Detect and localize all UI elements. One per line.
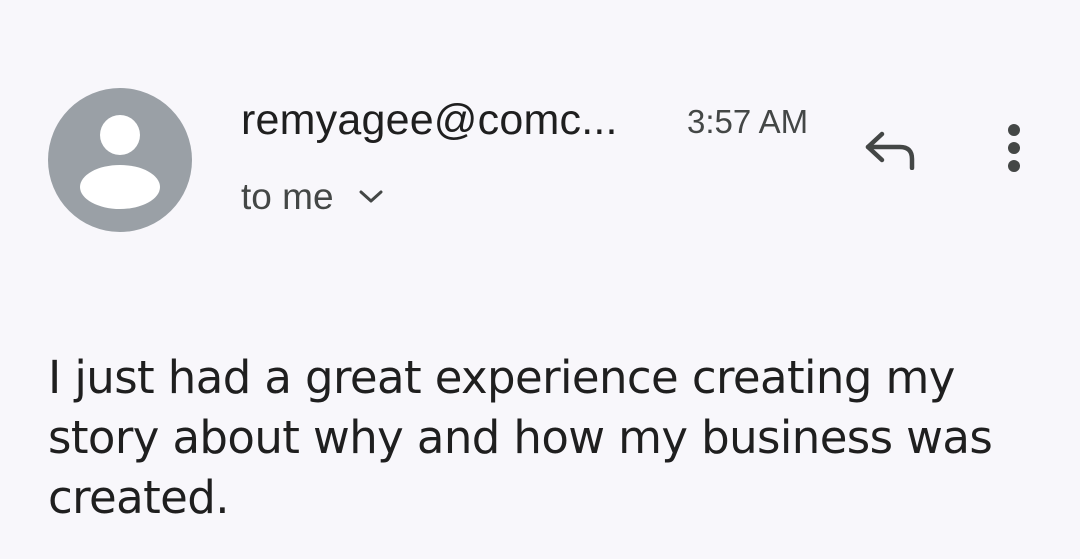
reply-button[interactable] [850, 114, 930, 184]
more-vert-icon [1008, 124, 1020, 172]
message-time: 3:57 AM [687, 103, 809, 140]
reply-icon [865, 131, 915, 170]
person-icon [80, 115, 160, 209]
recipient-label: to me [241, 176, 334, 217]
message-body: I just had a great experience creating m… [48, 351, 993, 524]
recipient-details-toggle[interactable]: to me [241, 175, 384, 219]
more-options-button[interactable] [990, 114, 1038, 184]
sender-email[interactable]: remyagee@comc... [241, 95, 618, 145]
chevron-down-icon [359, 190, 383, 203]
avatar[interactable] [48, 88, 192, 232]
